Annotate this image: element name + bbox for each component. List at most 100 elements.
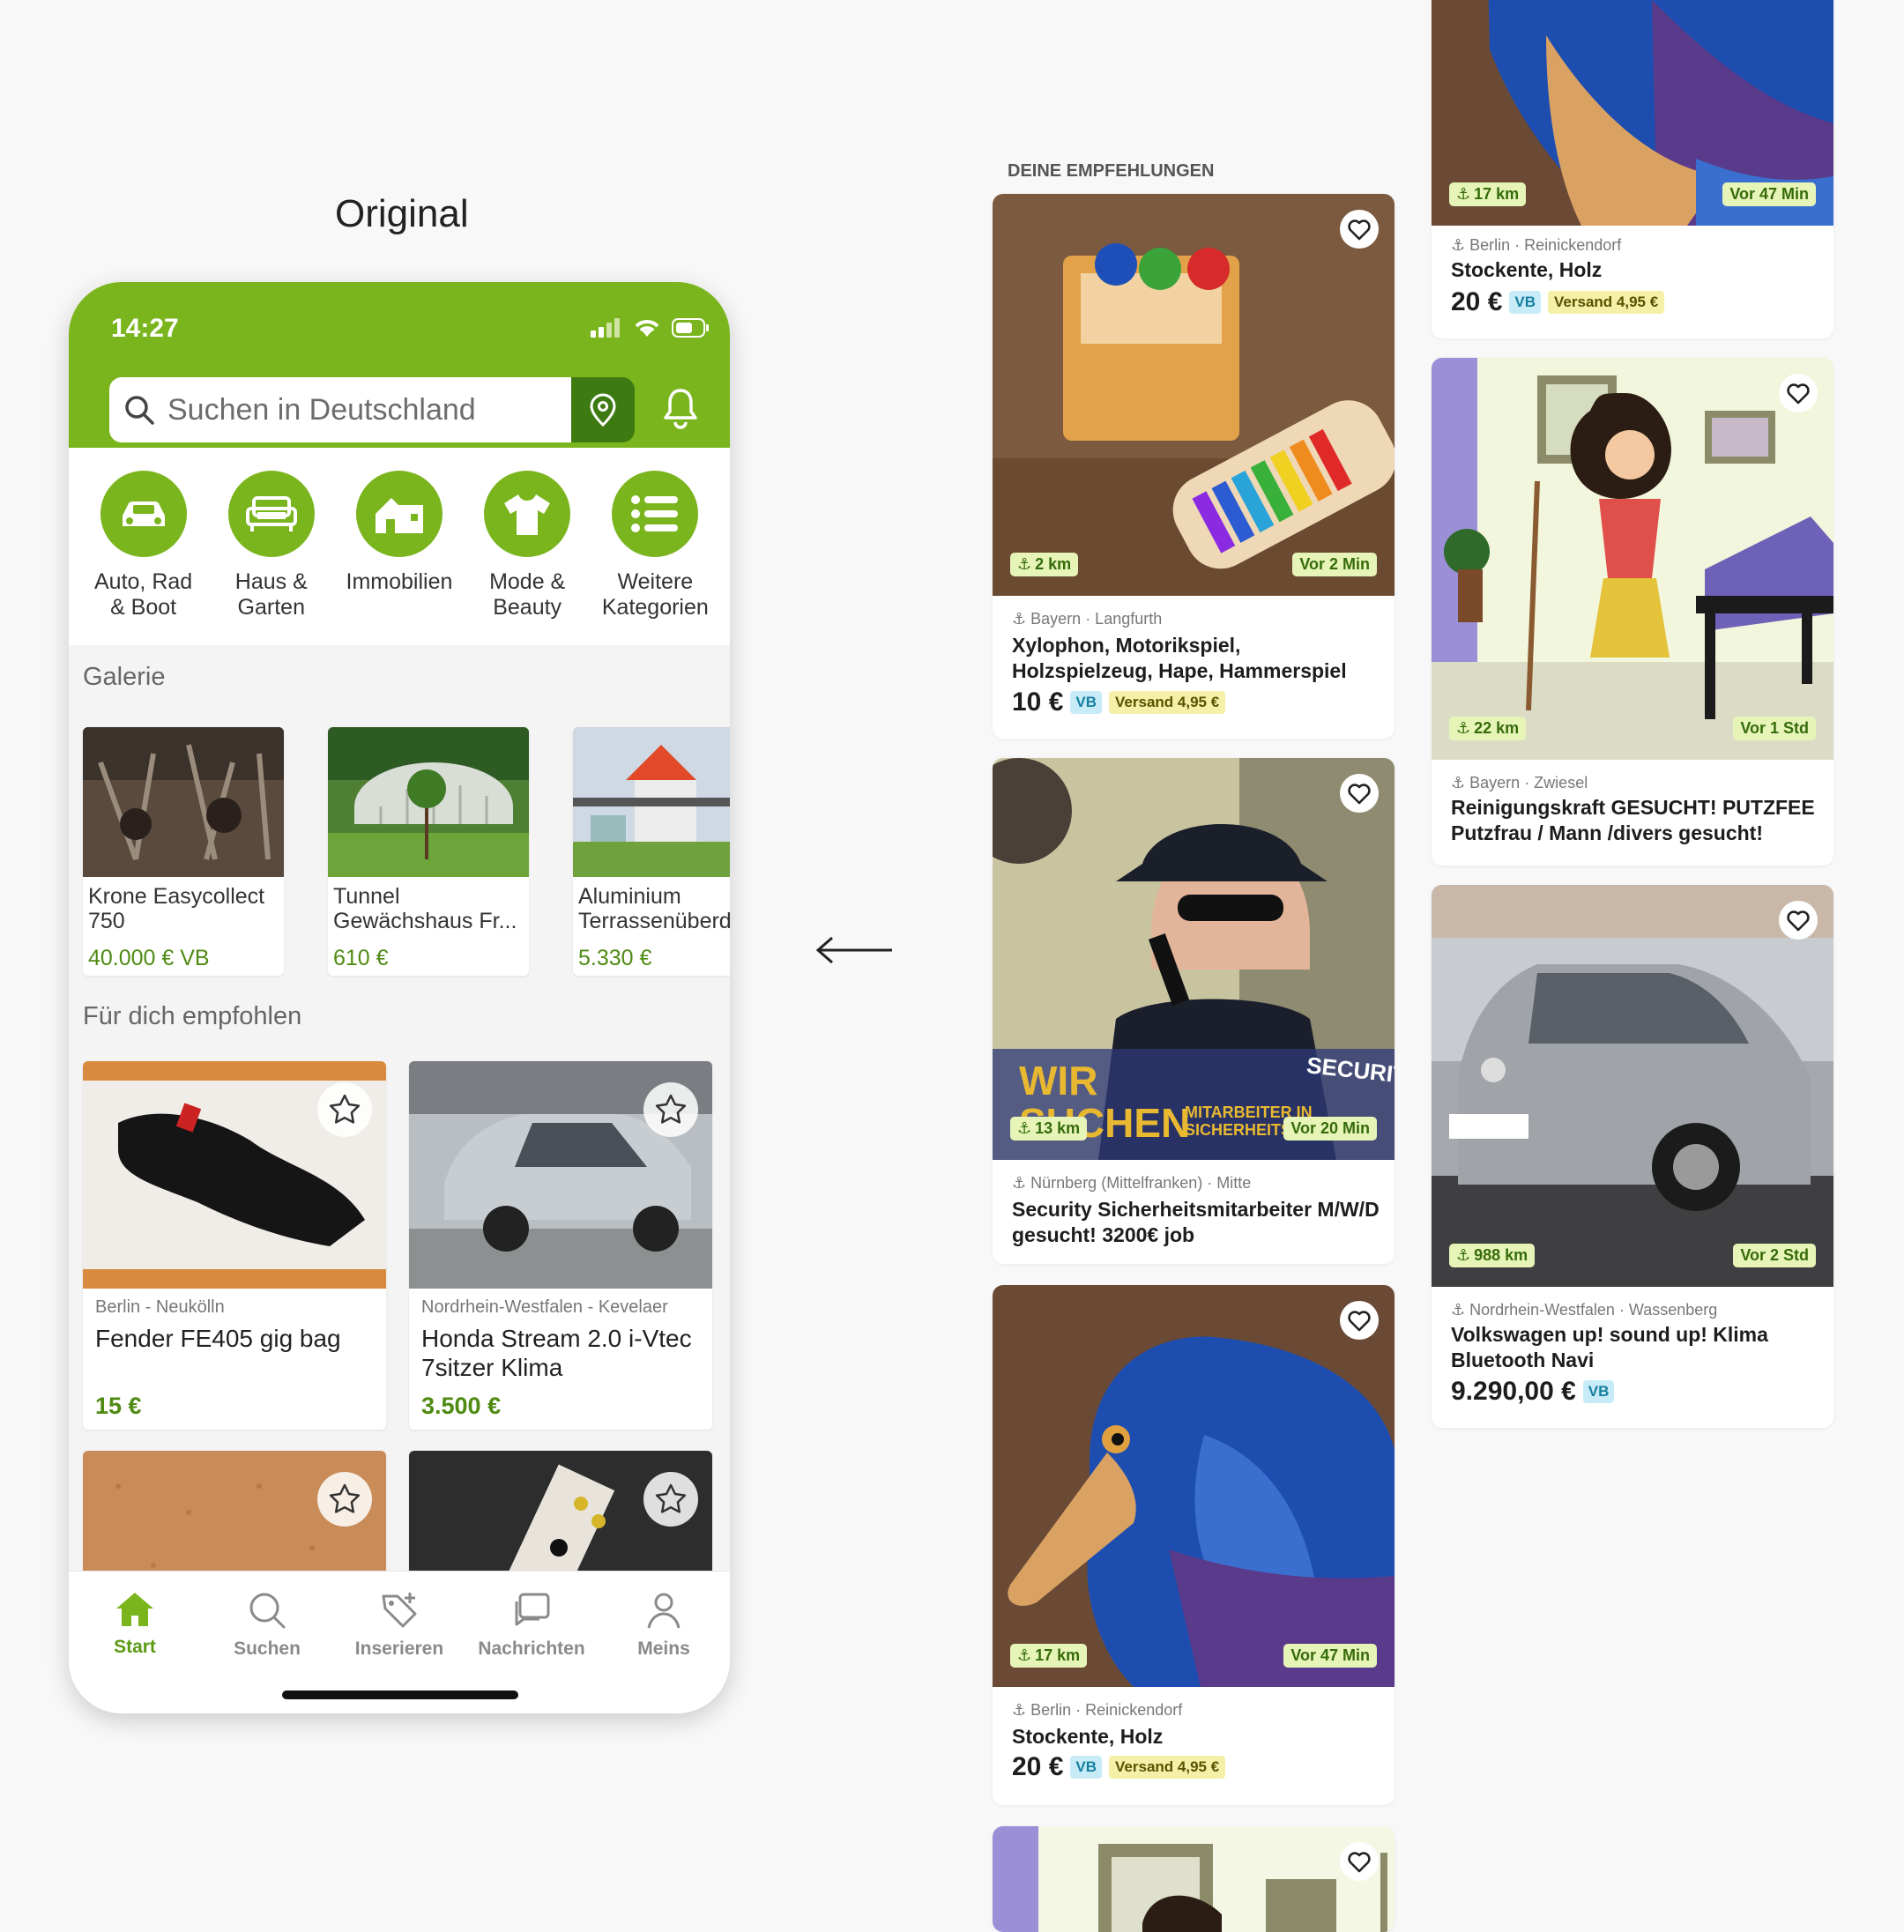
category-haus[interactable]: Haus & Garten	[210, 471, 333, 645]
arrow-left-icon	[815, 936, 892, 964]
listing-card[interactable]: ⚓ 17 km Vor 47 Min ⚓ Berlin · Reinickendo…	[993, 1285, 1395, 1805]
anchor-icon: ⚓	[1456, 1246, 1471, 1264]
favorite-button[interactable]	[1340, 1301, 1379, 1340]
anchor-icon: ⚓	[1017, 1119, 1032, 1137]
status-icons	[591, 317, 710, 338]
category-immobilien[interactable]: Immobilien	[338, 471, 461, 645]
category-weitere[interactable]: Weitere Kategorien	[593, 471, 717, 645]
favorite-button[interactable]	[1779, 901, 1818, 940]
listing-title: Xylophon, Motorikspiel, Holzspielzeug, H…	[1012, 634, 1347, 682]
shipping-badge: Versand 4,95 €	[1109, 1756, 1226, 1779]
vb-badge: VB	[1070, 1756, 1103, 1779]
anchor-icon: ⚓	[1456, 719, 1471, 737]
category-label: Haus & Garten	[234, 569, 308, 620]
shipping-badge: Versand 4,95 €	[1109, 691, 1226, 714]
distance-badge: ⚓ 17 km	[1010, 1644, 1088, 1668]
listing-price: 3.500 €	[421, 1393, 502, 1419]
app-header: 14:27 Suchen in Deutschland	[69, 282, 730, 448]
listing-card[interactable]: ⚓ 2 km Vor 2 Min ⚓ Bayern · Langfurth Xyl…	[993, 194, 1395, 739]
distance-badge: ⚓ 17 km	[1449, 182, 1527, 206]
anchor-icon: ⚓	[1012, 1701, 1027, 1719]
category-mode[interactable]: Mode & Beauty	[465, 471, 589, 645]
listing-location: ⚓ Berlin · Reinickendorf	[1451, 236, 1622, 254]
star-icon	[329, 1094, 361, 1124]
category-auto[interactable]: Auto, Rad & Boot	[82, 471, 205, 645]
listing-card[interactable]: ⚓ 22 km Vor 1 Std ⚓ Bayern · Zwiesel Rein…	[1432, 358, 1833, 866]
listing-card[interactable]: WIR SUCHEN SECURITY MITARBEITER IN SICHE…	[993, 758, 1395, 1264]
vb-badge: VB	[1582, 1380, 1615, 1403]
tab-nachrichten[interactable]: Nachrichten	[465, 1591, 598, 1660]
heart-icon	[1348, 1852, 1371, 1873]
favorite-button[interactable]	[1340, 210, 1379, 249]
listing-price: 610 €	[333, 946, 389, 970]
distance-badge: ⚓ 22 km	[1449, 717, 1527, 740]
category-label: Auto, Rad & Boot	[94, 569, 193, 620]
listing-title: Reinigungskraft GESUCHT! PUTZFEE Putzfra…	[1451, 796, 1815, 844]
price-row: 20 € VB Versand 4,95 €	[1451, 287, 1665, 317]
distance-badge: ⚓ 2 km	[1010, 553, 1079, 576]
anchor-icon: ⚓	[1017, 1646, 1032, 1664]
tab-label: Suchen	[234, 1638, 301, 1659]
anchor-icon: ⚓	[1451, 1301, 1466, 1319]
recommended-title: Für dich empfohlen	[83, 1002, 302, 1030]
anchor-icon: ⚓	[1012, 610, 1027, 628]
star-icon	[329, 1483, 361, 1513]
bell-icon	[664, 389, 697, 429]
favorite-button[interactable]	[317, 1082, 372, 1137]
vb-badge: VB	[1509, 291, 1542, 314]
listing-price: 10 €	[1012, 687, 1064, 717]
wifi-icon	[635, 320, 659, 337]
listing-card[interactable]: ⚓ 17 km Vor 47 Min ⚓ Berlin · Reinickendo…	[1432, 0, 1833, 338]
listing-image	[83, 727, 284, 877]
heart-icon	[1348, 219, 1371, 241]
tab-start[interactable]: Start	[69, 1591, 201, 1658]
listing-title: Aluminium Terrassenüberd	[578, 884, 730, 933]
search-input[interactable]: Suchen in Deutschland	[109, 377, 591, 442]
listing-image	[1432, 885, 1833, 1287]
shipping-badge: Versand 4,95 €	[1548, 291, 1665, 314]
time-badge: Vor 1 Std	[1733, 717, 1816, 740]
star-icon	[655, 1483, 687, 1513]
tab-meins[interactable]: Meins	[598, 1591, 730, 1660]
tab-label: Meins	[637, 1638, 690, 1659]
category-label: Weitere Kategorien	[601, 569, 709, 620]
recommended-card[interactable]: Berlin - Neukölln Fender FE405 gig bag 1…	[83, 1061, 386, 1430]
chat-icon	[515, 1593, 550, 1626]
notifications-button[interactable]	[661, 386, 700, 435]
gallery-card[interactable]: Tunnel Gewächshaus Fr... 610 €	[328, 727, 529, 976]
listing-image	[993, 194, 1395, 596]
listing-title: Honda Stream 2.0 i-Vtec 7sitzer Klima	[421, 1325, 692, 1381]
location-button[interactable]	[571, 377, 635, 442]
favorite-button[interactable]	[1779, 374, 1818, 412]
recommendations-header: DEINE EMPFEHLUNGEN	[1008, 161, 1215, 181]
recommended-card[interactable]: Nordrhein-Westfalen - Kevelaer Honda Str…	[409, 1061, 712, 1430]
anchor-icon: ⚓	[1451, 774, 1466, 791]
home-icon	[116, 1593, 153, 1626]
tab-label: Inserieren	[354, 1638, 444, 1659]
tab-label: Start	[114, 1637, 156, 1657]
house-icon	[375, 498, 423, 533]
heart-icon	[1348, 784, 1371, 805]
listing-card[interactable]	[993, 1826, 1395, 1932]
listing-location: Nordrhein-Westfalen - Kevelaer	[421, 1297, 668, 1317]
tab-inserieren[interactable]: Inserieren	[333, 1591, 465, 1660]
anchor-icon: ⚓	[1012, 1174, 1027, 1192]
gallery-card[interactable]: Aluminium Terrassenüberd 5.330 €	[573, 727, 730, 976]
favorite-button[interactable]	[643, 1472, 698, 1527]
search-icon	[125, 396, 154, 425]
listing-location: ⚓ Berlin · Reinickendorf	[1012, 1701, 1183, 1719]
shirt-icon	[504, 494, 551, 535]
favorite-button[interactable]	[643, 1082, 698, 1137]
tag-add-icon	[382, 1593, 417, 1628]
tab-suchen[interactable]: Suchen	[201, 1591, 333, 1660]
favorite-button[interactable]	[1340, 774, 1379, 813]
favorite-button[interactable]	[317, 1472, 372, 1527]
listing-title: Krone Easycollect 750	[88, 884, 265, 933]
gallery-card[interactable]: Krone Easycollect 750 40.000 € VB	[83, 727, 284, 976]
listing-image	[573, 727, 730, 877]
vb-badge: VB	[1070, 691, 1103, 714]
listing-title: Tunnel Gewächshaus Fr...	[333, 884, 517, 933]
favorite-button[interactable]	[1340, 1842, 1379, 1881]
listing-card[interactable]: ⚓ 988 km Vor 2 Std ⚓ Nordrhein-Westfalen …	[1432, 885, 1833, 1428]
listing-title: Stockente, Holz	[1451, 258, 1603, 281]
